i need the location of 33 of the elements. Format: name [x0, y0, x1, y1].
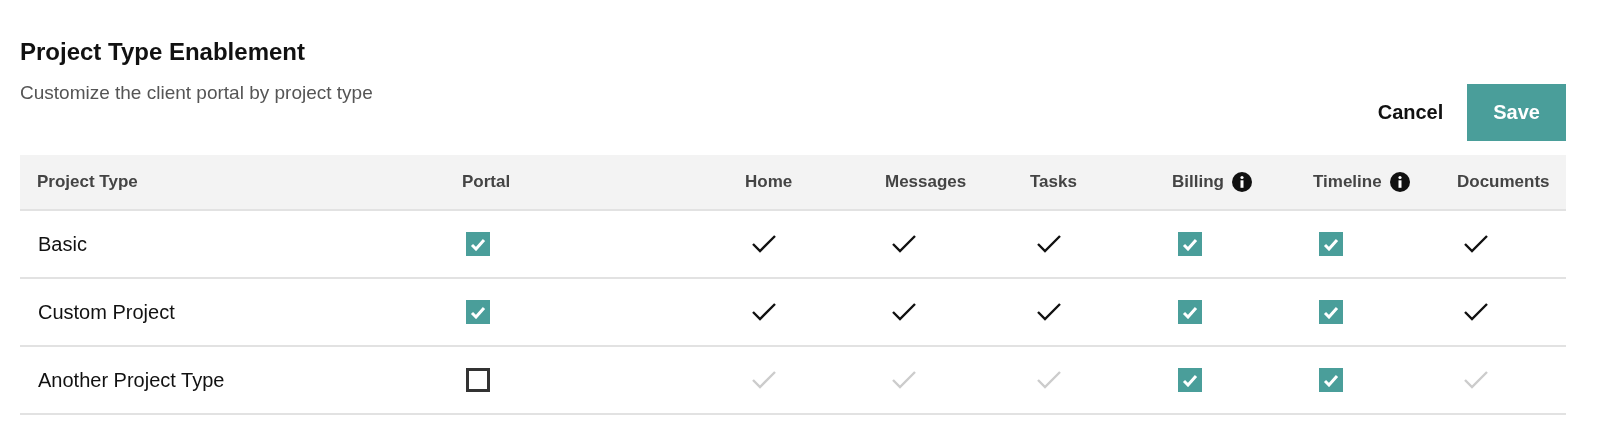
- checkmark-icon: [470, 305, 486, 319]
- info-icon[interactable]: [1231, 172, 1252, 192]
- checkbox[interactable]: [1319, 368, 1343, 392]
- column-label: Project Type: [37, 172, 138, 192]
- checkbox[interactable]: [466, 368, 490, 392]
- checkmark-icon: [1323, 373, 1339, 387]
- checkbox[interactable]: [466, 232, 490, 256]
- column-label: Billing: [1172, 172, 1224, 192]
- column-label: Portal: [462, 172, 511, 192]
- checkbox[interactable]: [1178, 300, 1202, 324]
- column-label: Tasks: [1030, 172, 1077, 192]
- column-label: Timeline: [1313, 172, 1382, 192]
- project-type-name: Custom Project: [38, 300, 175, 324]
- column-label: Messages: [885, 172, 967, 192]
- page-subtitle: Customize the client portal by project type: [20, 82, 373, 104]
- checkmark-icon: [1182, 237, 1198, 251]
- checkmark-icon: [1323, 237, 1339, 251]
- cancel-button[interactable]: Cancel: [1377, 101, 1444, 124]
- checkbox[interactable]: [1178, 232, 1202, 256]
- checkbox[interactable]: [466, 300, 490, 324]
- checkmark-icon: [1323, 305, 1339, 319]
- column-label: Home: [745, 172, 793, 192]
- checkbox[interactable]: [1319, 232, 1343, 256]
- checkbox[interactable]: [1178, 368, 1202, 392]
- column-label: Documents: [1457, 172, 1550, 192]
- checkmark-icon: [470, 237, 486, 251]
- project-type-name: Basic: [38, 232, 87, 256]
- checkbox[interactable]: [1319, 300, 1343, 324]
- checkmark-icon: [1182, 373, 1198, 387]
- project-type-name: Another Project Type: [38, 368, 225, 392]
- checkmark-icon: [1182, 305, 1198, 319]
- page-title: Project Type Enablement: [20, 38, 306, 66]
- info-icon[interactable]: [1389, 172, 1410, 192]
